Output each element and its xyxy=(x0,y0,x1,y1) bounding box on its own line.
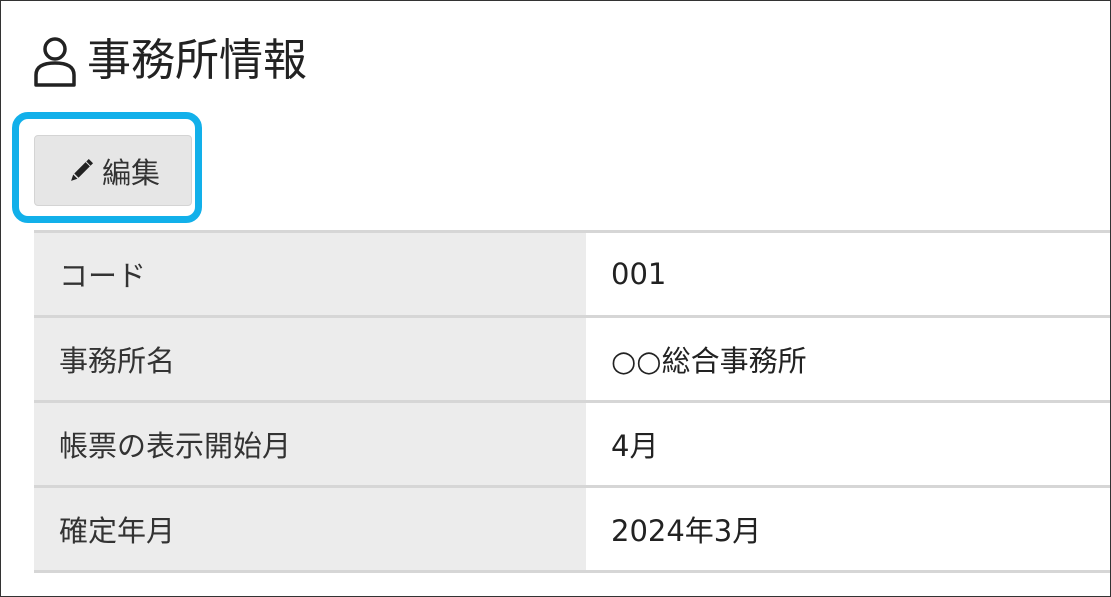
edit-button[interactable]: 編集 xyxy=(34,135,192,206)
page-header: 事務所情報 xyxy=(33,31,307,91)
office-info-table: コード 001 事務所名 ○○総合事務所 帳票の表示開始月 4月 確定年月 20… xyxy=(34,230,1110,573)
row-label: 帳票の表示開始月 xyxy=(34,400,586,487)
table-row-office-name: 事務所名 ○○総合事務所 xyxy=(34,315,1110,402)
table-row-confirmed-month: 確定年月 2024年3月 xyxy=(34,485,1110,573)
row-value: ○○総合事務所 xyxy=(586,315,1110,402)
table-row-code: コード 001 xyxy=(34,230,1110,317)
row-label: コード xyxy=(34,230,586,317)
user-icon xyxy=(34,37,76,87)
row-value: 2024年3月 xyxy=(586,485,1110,573)
row-label: 確定年月 xyxy=(34,485,586,573)
table-row-report-start-month: 帳票の表示開始月 4月 xyxy=(34,400,1110,487)
edit-button-label: 編集 xyxy=(101,155,160,190)
office-info-panel: 事務所情報 編集 コード 001 事務所名 ○○総合事務所 帳票の表示開始月 4… xyxy=(0,0,1111,597)
row-value: 4月 xyxy=(586,400,1110,487)
pencil-icon xyxy=(71,158,94,181)
page-title: 事務所情報 xyxy=(87,35,307,86)
row-label: 事務所名 xyxy=(34,315,586,402)
row-value: 001 xyxy=(586,230,1110,317)
